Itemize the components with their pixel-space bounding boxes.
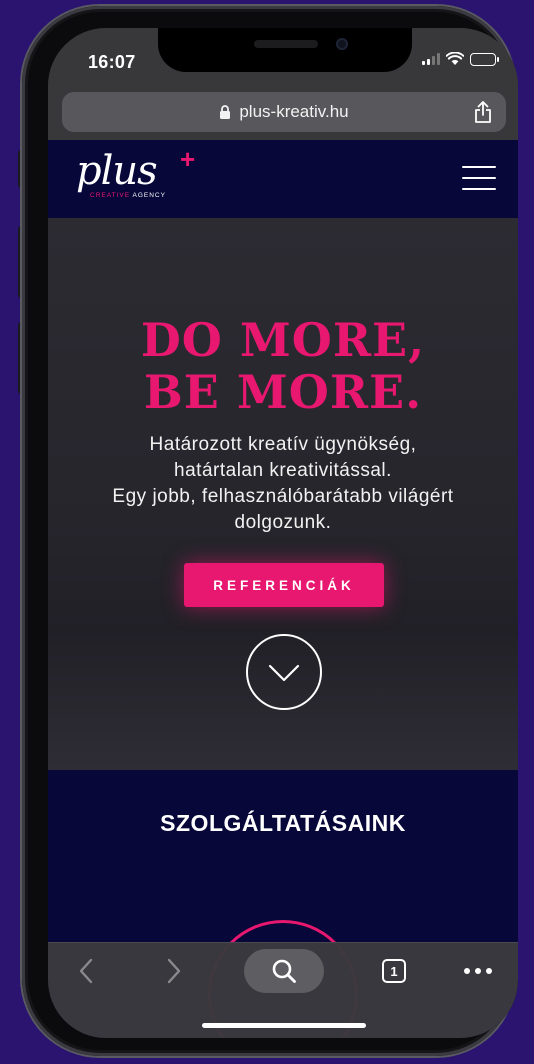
lock-icon xyxy=(220,104,231,119)
url-text: plus-kreativ.hu xyxy=(239,102,349,121)
headline-line-1: DO MORE, xyxy=(140,313,426,367)
status-icons xyxy=(422,52,499,66)
address-row: plus-kreativ.hu xyxy=(48,88,518,140)
tabs-button[interactable]: 1 xyxy=(374,955,414,987)
hero-headline: DO MORE, BE MORE. xyxy=(48,314,518,418)
battery-icon xyxy=(470,52,499,66)
back-button[interactable] xyxy=(70,955,102,987)
search-button[interactable] xyxy=(244,949,324,993)
notch xyxy=(158,28,412,72)
hero-text-line: dolgozunk. xyxy=(234,512,332,533)
scroll-down-button[interactable] xyxy=(246,634,322,710)
hero-text-line: Egy jobb, felhasználóbarátabb világért xyxy=(112,486,454,507)
more-button[interactable] xyxy=(458,955,498,987)
search-icon xyxy=(272,959,296,983)
back-icon xyxy=(79,958,93,984)
front-camera xyxy=(336,38,348,50)
status-time: 16:07 xyxy=(88,52,136,72)
signal-icon xyxy=(422,53,440,65)
share-icon[interactable] xyxy=(474,100,492,124)
hero-text-line: Határozott kreatív ügynökség, xyxy=(149,434,417,455)
site-header: plus + CREATIVE AGENCY xyxy=(48,140,518,218)
headline-line-2: BE MORE. xyxy=(143,365,423,419)
tabs-icon: 1 xyxy=(382,959,406,983)
hero-description: Határozott kreatív ügynökség, határtalan… xyxy=(48,432,518,536)
browser-toolbar: 1 xyxy=(48,942,518,1038)
phone-screen: 16:07 plus-kreativ.hu plus + CREATIVE AG… xyxy=(48,28,518,1038)
logo-subtitle: CREATIVE AGENCY xyxy=(90,192,166,199)
home-indicator[interactable] xyxy=(202,1023,366,1028)
services-title: SZOLGÁLTATÁSAINK xyxy=(160,810,406,836)
speaker xyxy=(254,40,318,48)
hero-section: DO MORE, BE MORE. Határozott kreatív ügy… xyxy=(48,218,518,770)
references-button[interactable]: REFERENCIÁK xyxy=(184,563,384,607)
chevron-down-icon xyxy=(268,664,300,682)
address-bar[interactable]: plus-kreativ.hu xyxy=(62,92,506,132)
wifi-icon xyxy=(446,52,464,65)
forward-icon xyxy=(167,958,181,984)
logo-plus-sign: + xyxy=(180,144,196,174)
forward-button[interactable] xyxy=(158,955,190,987)
more-icon xyxy=(464,968,492,974)
logo-script: plus xyxy=(76,148,158,194)
menu-icon[interactable] xyxy=(462,166,496,190)
hero-text-line: határtalan kreativitással. xyxy=(174,460,392,481)
plus-logo[interactable]: plus + CREATIVE AGENCY xyxy=(76,144,216,210)
